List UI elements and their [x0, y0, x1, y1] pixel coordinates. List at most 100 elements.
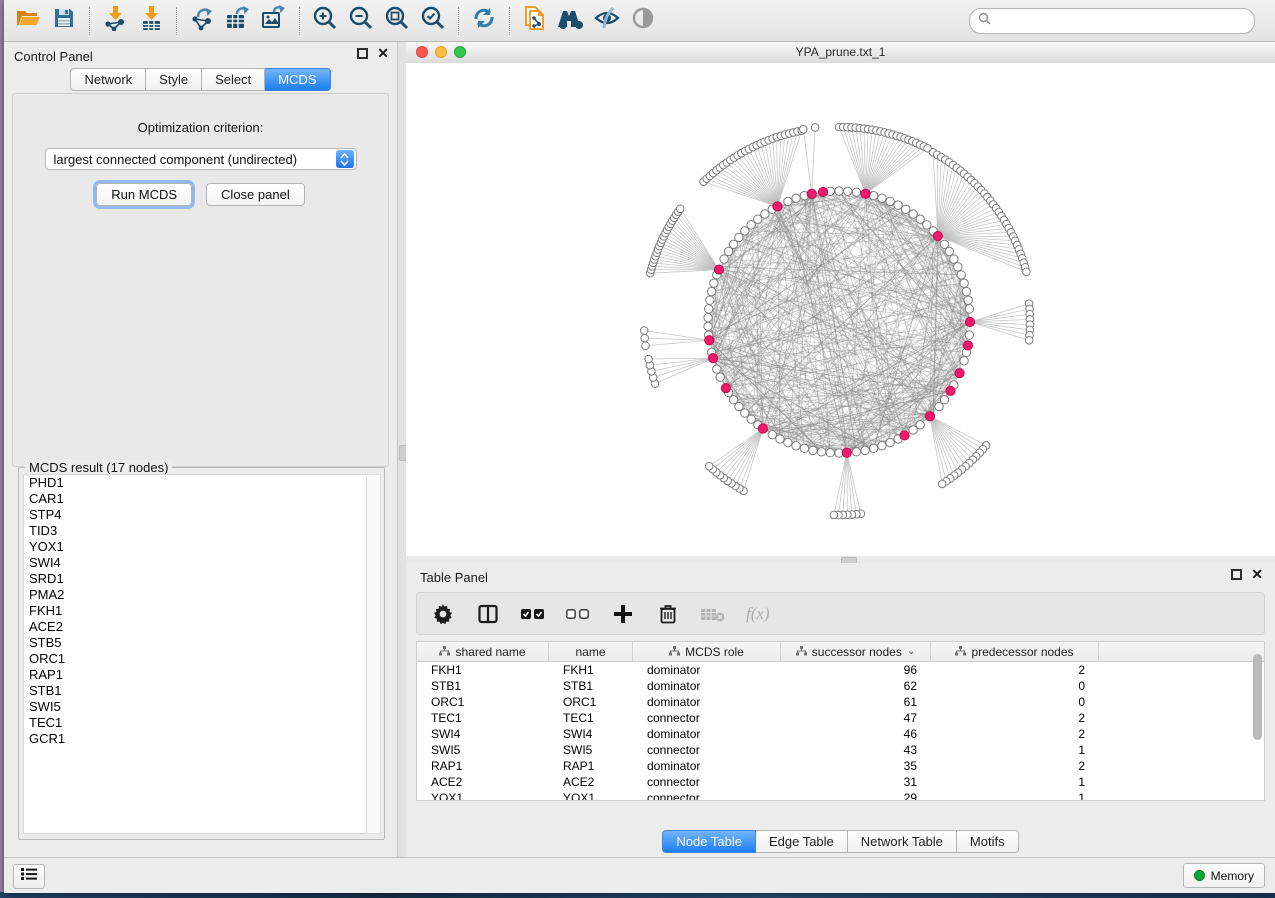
mcds-result-item[interactable]: SWI5	[24, 699, 366, 715]
column-header-name[interactable]: name	[549, 642, 633, 661]
save-session-button[interactable]	[46, 3, 82, 39]
zoom-out-button[interactable]	[343, 3, 379, 39]
tab-motifs[interactable]: Motifs	[957, 830, 1019, 853]
tab-style[interactable]: Style	[146, 68, 202, 91]
export-network-button[interactable]	[184, 3, 220, 39]
tab-edge-table[interactable]: Edge Table	[756, 830, 848, 853]
table-cell: 46	[781, 727, 931, 741]
mcds-result-item[interactable]: YOX1	[24, 539, 366, 555]
close-panel-button[interactable]: Close panel	[206, 183, 305, 206]
mcds-result-item[interactable]: ORC1	[24, 651, 366, 667]
new-network-from-selection-button[interactable]	[517, 3, 553, 39]
table-cell: ORC1	[549, 695, 633, 709]
node-table[interactable]: shared namenameMCDS rolesuccessor nodes⌄…	[416, 641, 1265, 801]
table-row[interactable]: ACE2ACE2connector311	[417, 774, 1264, 790]
hide-selected-button[interactable]	[589, 3, 625, 39]
toolbar-separator	[89, 7, 90, 35]
tab-select[interactable]: Select	[202, 68, 265, 91]
main-toolbar	[4, 0, 1275, 42]
search-field[interactable]	[969, 8, 1255, 34]
memory-button[interactable]: Memory	[1183, 863, 1265, 888]
column-header-successor-nodes[interactable]: successor nodes⌄	[781, 642, 931, 661]
add-column-button[interactable]	[611, 602, 635, 626]
mcds-result-item[interactable]: FKH1	[24, 603, 366, 619]
tab-mcds[interactable]: MCDS	[265, 68, 330, 91]
table-settings-button[interactable]	[431, 602, 455, 626]
criterion-select[interactable]: largest connected component (undirected)	[45, 148, 357, 170]
mcds-result-item[interactable]: CAR1	[24, 491, 366, 507]
close-panel-icon[interactable]: ✕	[1251, 569, 1263, 580]
node-table-body: FKH1FKH1dominator962STB1STB1dominator620…	[417, 662, 1264, 801]
show-all-button[interactable]	[625, 3, 661, 39]
mcds-result-item[interactable]: PHD1	[24, 475, 366, 491]
float-panel-icon[interactable]	[357, 48, 368, 59]
column-header-predecessor-nodes[interactable]: predecessor nodes	[931, 642, 1099, 661]
export-table-button[interactable]	[220, 3, 256, 39]
table-cell: dominator	[633, 695, 781, 709]
mcds-result-item[interactable]: PMA2	[24, 587, 366, 603]
table-row[interactable]: TEC1TEC1connector472	[417, 710, 1264, 726]
open-file-button[interactable]	[10, 3, 46, 39]
table-row[interactable]: RAP1RAP1dominator352	[417, 758, 1264, 774]
search-icon	[978, 12, 991, 30]
zoom-selected-button[interactable]	[415, 3, 451, 39]
import-table-button[interactable]	[133, 3, 169, 39]
network-titlebar[interactable]: YPA_prune.txt_1	[406, 42, 1275, 64]
deselect-all-button[interactable]	[566, 602, 590, 626]
tab-node-table[interactable]: Node Table	[662, 830, 756, 853]
mcds-result-item[interactable]: RAP1	[24, 667, 366, 683]
network-title: YPA_prune.txt_1	[406, 42, 1275, 62]
search-input[interactable]	[996, 13, 1246, 29]
mcds-result-item[interactable]: STP4	[24, 507, 366, 523]
show-columns-button[interactable]	[476, 602, 500, 626]
mcds-result-item[interactable]: ACE2	[24, 619, 366, 635]
tab-network[interactable]: Network	[70, 68, 146, 91]
column-header-MCDS-role[interactable]: MCDS role	[633, 642, 781, 661]
show-panels-button[interactable]	[13, 864, 45, 889]
first-neighbors-button[interactable]	[553, 3, 589, 39]
mcds-result-list[interactable]: PHD1CAR1STP4TID3YOX1SWI4SRD1PMA2FKH1ACE2…	[23, 474, 367, 834]
mcds-result-item[interactable]: SRD1	[24, 571, 366, 587]
table-cell: 2	[931, 663, 1099, 677]
table-row[interactable]: STB1STB1dominator620	[417, 678, 1264, 694]
mcds-result-item[interactable]: STB1	[24, 683, 366, 699]
export-image-button[interactable]	[256, 3, 292, 39]
control-panel-header: Control Panel ✕	[4, 42, 397, 68]
select-all-button[interactable]	[521, 602, 545, 626]
table-row[interactable]: ORC1ORC1dominator610	[417, 694, 1264, 710]
mcds-result-item[interactable]: GCR1	[24, 731, 366, 747]
run-mcds-button[interactable]: Run MCDS	[96, 183, 192, 206]
delete-column-button[interactable]	[656, 602, 680, 626]
close-window-icon[interactable]	[416, 46, 428, 58]
network-canvas[interactable]	[406, 63, 1275, 556]
table-row[interactable]: YOX1YOX1connector291	[417, 790, 1264, 801]
mcds-list-scrollbar[interactable]	[366, 474, 381, 834]
mcds-result-item[interactable]: TID3	[24, 523, 366, 539]
zoom-in-button[interactable]	[307, 3, 343, 39]
table-panel: Table Panel ✕	[406, 563, 1275, 858]
tab-network-table[interactable]: Network Table	[848, 830, 957, 853]
table-row[interactable]: SWI4SWI4dominator462	[417, 726, 1264, 742]
mcds-result-item[interactable]: STB5	[24, 635, 366, 651]
toolbar-separator	[176, 7, 177, 35]
float-panel-icon[interactable]	[1231, 569, 1242, 580]
horizontal-splitter[interactable]	[406, 556, 1275, 563]
mcds-result-item[interactable]: TEC1	[24, 715, 366, 731]
table-cell: 29	[781, 791, 931, 801]
import-network-button[interactable]	[97, 3, 133, 39]
zoom-fit-button[interactable]	[379, 3, 415, 39]
close-panel-icon[interactable]: ✕	[377, 48, 389, 59]
table-cell: 61	[781, 695, 931, 709]
table-cell: STB1	[417, 679, 549, 693]
mcds-result-item[interactable]: SWI4	[24, 555, 366, 571]
table-scrollbar-thumb[interactable]	[1253, 654, 1262, 740]
apply-layout-button[interactable]	[466, 3, 502, 39]
maximize-window-icon[interactable]	[454, 46, 466, 58]
folder-open-icon	[15, 7, 41, 34]
minimize-window-icon[interactable]	[435, 46, 447, 58]
table-row[interactable]: FKH1FKH1dominator962	[417, 662, 1264, 678]
table-row[interactable]: SWI5SWI5connector431	[417, 742, 1264, 758]
column-header-shared-name[interactable]: shared name	[417, 642, 549, 661]
memory-status-icon	[1194, 870, 1205, 881]
import-table-icon	[139, 5, 163, 36]
